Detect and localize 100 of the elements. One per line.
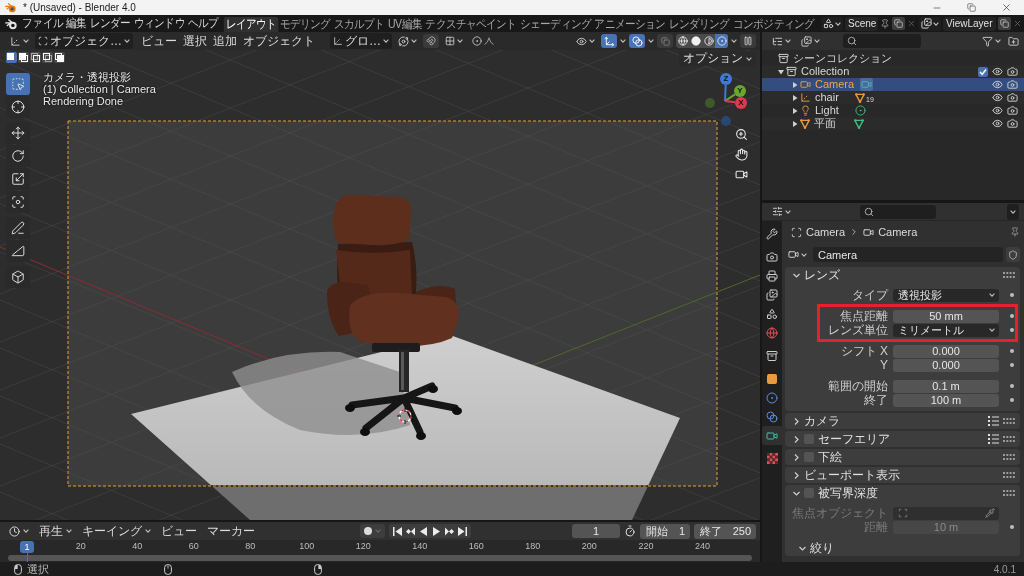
datablock-name-field[interactable]: Camera	[813, 247, 1003, 262]
checkbox[interactable]	[978, 66, 988, 77]
workspace-tab[interactable]: アニメーション	[592, 17, 668, 32]
search-field[interactable]	[860, 204, 936, 219]
grip-dots-icon[interactable]	[1003, 418, 1015, 424]
current-frame-marker[interactable]: 1	[20, 541, 34, 553]
expand-right-icon[interactable]	[792, 81, 798, 88]
play-reverse-icon[interactable]	[418, 526, 428, 536]
workspace-tab[interactable]: レンダリング	[667, 17, 732, 32]
app-logo-icon[interactable]	[5, 2, 16, 13]
play-icon[interactable]	[431, 526, 441, 536]
shading-button[interactable]	[702, 34, 715, 48]
scene-name-field[interactable]: Scene	[845, 16, 878, 31]
menu-item[interactable]: マーカー	[204, 523, 258, 539]
close-icon[interactable]	[907, 19, 916, 28]
expand-right-icon[interactable]	[792, 107, 798, 114]
overlay-toggle[interactable]	[629, 34, 645, 48]
dropdown-field[interactable]: ミリメートル	[893, 323, 999, 337]
view-layer-selector-button[interactable]	[919, 16, 941, 31]
workspace-tab[interactable]: テクスチャペイント	[423, 17, 519, 32]
keyframe-dot-icon[interactable]	[1010, 398, 1014, 402]
grip-dots-icon[interactable]	[1003, 490, 1015, 496]
zoom-in-icon[interactable]	[735, 128, 748, 141]
select-mode-button[interactable]	[6, 52, 17, 63]
number-field[interactable]: 0.000	[893, 358, 999, 372]
keyframe-back-icon[interactable]	[405, 526, 415, 536]
panel-title[interactable]: ビューポート表示	[804, 467, 900, 483]
shading-button[interactable]	[689, 34, 702, 48]
keyframe-dot-icon[interactable]	[1010, 525, 1014, 529]
workspace-tab[interactable]: UV編集	[386, 17, 424, 32]
view-layer-name-field[interactable]: ViewLayer	[943, 16, 996, 31]
dropdown-field[interactable]: 透視投影	[893, 288, 999, 302]
menu-item[interactable]: ウィンドウ	[132, 16, 187, 31]
chevron-right-icon[interactable]	[793, 453, 800, 461]
outliner-row[interactable]: Camera	[762, 78, 1024, 91]
outliner-item-label[interactable]: Collection	[801, 65, 850, 78]
panel-title[interactable]: 下絵	[818, 449, 842, 465]
shading-button[interactable]	[715, 34, 728, 48]
chevron-right-icon[interactable]	[793, 471, 800, 479]
expand-right-icon[interactable]	[792, 120, 798, 127]
camera-icon[interactable]	[1007, 66, 1018, 77]
panel-title[interactable]: セーフエリア	[818, 431, 890, 447]
eye-icon[interactable]	[992, 92, 1003, 103]
grip-dots-icon[interactable]	[1003, 472, 1015, 478]
outliner-item-label[interactable]: シーンコレクション	[793, 52, 892, 65]
expand-down-icon[interactable]	[778, 68, 784, 75]
duplicate-button[interactable]	[892, 17, 905, 30]
workspace-tab[interactable]: レイアウト	[223, 17, 278, 32]
grip-dots-icon[interactable]	[1003, 436, 1015, 442]
chevron-down-icon[interactable]	[793, 271, 800, 279]
menu-item[interactable]: ファイル	[20, 16, 65, 31]
number-field[interactable]: 50 mm	[893, 309, 999, 323]
number-field[interactable]: 100 m	[893, 393, 999, 407]
panel-title[interactable]: 被写界深度	[818, 485, 878, 501]
axis-dot-icon[interactable]	[705, 98, 715, 108]
subpanel-title[interactable]: 絞り	[810, 541, 834, 556]
number-field[interactable]: 0.1 m	[893, 379, 999, 393]
eye-icon[interactable]	[992, 79, 1003, 90]
keyframe-dot-icon[interactable]	[1010, 363, 1014, 367]
camera-icon[interactable]	[1007, 79, 1018, 90]
workspace-tab[interactable]: コンポジティング	[731, 17, 816, 32]
menu-item[interactable]: 再生	[36, 523, 75, 539]
menu-item[interactable]: ヘルプ	[186, 16, 221, 31]
folder-plus-icon[interactable]	[1008, 35, 1019, 47]
chevron-down-icon[interactable]	[793, 489, 800, 497]
workspace-tab[interactable]: モデリング	[277, 17, 333, 32]
snap-toggle[interactable]	[423, 34, 439, 48]
keyframe-dot-icon[interactable]	[1010, 384, 1014, 388]
keyframe-forward-icon[interactable]	[444, 526, 454, 536]
outliner-item-label[interactable]: chair	[815, 91, 849, 104]
start-frame-field[interactable]: 開始 1	[640, 523, 690, 539]
xray-toggle[interactable]	[657, 34, 673, 48]
gizmo-toggle[interactable]	[601, 34, 617, 48]
video-camera-icon[interactable]	[735, 168, 748, 181]
close-icon[interactable]	[1013, 19, 1022, 28]
grip-dots-icon[interactable]	[1003, 454, 1015, 460]
chevron-right-icon[interactable]	[793, 417, 800, 425]
keyframe-dot-icon[interactable]	[1010, 293, 1014, 297]
keyframe-dot-icon[interactable]	[1010, 314, 1014, 318]
orientation-dropdown[interactable]: グロ…	[330, 33, 392, 49]
keyframe-dot-icon[interactable]	[1010, 349, 1014, 353]
skip-to-end-icon[interactable]	[457, 526, 467, 536]
workspace-tab[interactable]: シェーディング	[518, 17, 593, 32]
mode-dropdown[interactable]: オブジェク…	[35, 33, 133, 49]
outliner-item-label[interactable]: Light	[815, 104, 849, 117]
skip-to-start-icon[interactable]	[392, 526, 402, 536]
eye-icon[interactable]	[992, 105, 1003, 116]
outliner-item-label[interactable]: 平面	[814, 117, 848, 130]
options-dropdown[interactable]	[1007, 203, 1019, 220]
camera-icon[interactable]	[1007, 92, 1018, 103]
duplicate-button[interactable]	[998, 17, 1011, 30]
keyframe-dot-icon[interactable]	[1010, 328, 1014, 332]
eye-icon[interactable]	[992, 66, 1003, 77]
camera-icon[interactable]	[1007, 118, 1018, 129]
pin-icon[interactable]	[880, 18, 890, 29]
number-field[interactable]: 0.000	[893, 344, 999, 358]
menu-item[interactable]: ビュー	[138, 32, 180, 50]
app-logo-icon[interactable]	[5, 17, 17, 30]
menu-item[interactable]: レンダー	[88, 16, 133, 31]
pin-icon[interactable]	[1010, 227, 1020, 237]
